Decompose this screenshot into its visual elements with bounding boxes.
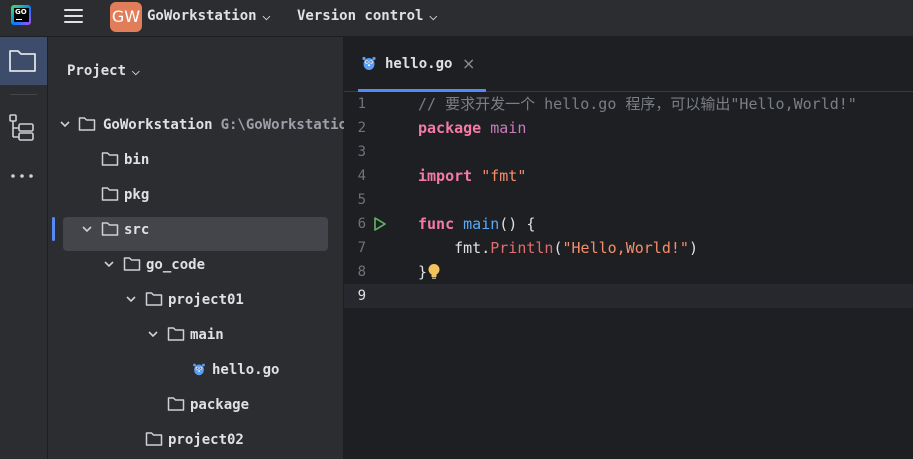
- tree-item-bin[interactable]: bin: [48, 150, 343, 178]
- folder-icon: [167, 397, 185, 411]
- folder-icon: [9, 50, 36, 72]
- line-number: 8: [357, 264, 366, 280]
- goland-logo-icon[interactable]: GO: [11, 5, 31, 25]
- keyword: package: [418, 119, 482, 137]
- string-literal: "Hello,World!": [562, 239, 689, 257]
- project-name: GoWorkstation: [147, 8, 257, 24]
- more-icon: [11, 174, 33, 178]
- code-line: 6 func main() {: [344, 212, 913, 236]
- version-control-label: Version control: [297, 8, 424, 24]
- logo-text: GO: [14, 8, 29, 22]
- tree-item-src[interactable]: src: [48, 217, 343, 251]
- folder-icon: [101, 187, 119, 201]
- folder-icon: [123, 257, 141, 271]
- code-line: 3: [344, 140, 913, 164]
- line-number: 6: [357, 216, 366, 232]
- chevron-down-icon: ⌵: [429, 12, 438, 23]
- folder-icon: [78, 117, 96, 131]
- keyword: func: [418, 215, 455, 233]
- tree-item-project02[interactable]: project02: [48, 430, 343, 458]
- tree-item-path: G:\GoWorkstation: [220, 117, 356, 133]
- code-line: 7 fmt.Println("Hello,World!"): [344, 236, 913, 260]
- tree-item-hello-go[interactable]: hello.go: [48, 360, 343, 388]
- chevron-down-icon: [126, 296, 136, 303]
- title-bar: GO GW GoWorkstation ⌵ Version control ⌵: [0, 0, 913, 37]
- line-number: 9: [357, 288, 366, 304]
- code-punctuation: }: [418, 263, 428, 281]
- structure-icon: [9, 114, 34, 141]
- line-number: 4: [357, 168, 366, 184]
- folder-icon: [101, 222, 119, 236]
- project-tool-button[interactable]: [0, 37, 47, 85]
- structure-tool-button[interactable]: [0, 101, 47, 149]
- chevron-down-icon: [104, 261, 114, 268]
- code-punctuation: () {: [499, 215, 536, 233]
- code-line: 4 import "fmt": [344, 164, 913, 188]
- code-line-current: 9: [344, 284, 913, 308]
- tree-item-label: go_code: [146, 257, 206, 273]
- project-panel: Project ⌵ GoWorkstation G:\GoWorkstation b…: [48, 37, 355, 459]
- tree-item-label: hello.go: [212, 362, 280, 378]
- version-control-menu[interactable]: Version control ⌵: [297, 8, 437, 24]
- tree-item-go-code[interactable]: go_code: [48, 255, 343, 283]
- tree-item-label: package: [190, 397, 250, 413]
- keyword: import: [418, 167, 473, 185]
- editor-tab-bar: hello.go ×: [344, 37, 913, 92]
- chevron-down-icon: [82, 226, 92, 233]
- project-panel-title[interactable]: Project ⌵: [67, 63, 140, 79]
- gopher-file-icon: [362, 56, 376, 70]
- tree-item-label: main: [190, 327, 224, 343]
- function-name: main: [463, 215, 500, 233]
- line-number: 2: [357, 120, 366, 136]
- line-number: 3: [357, 144, 366, 160]
- panel-title-label: Project: [67, 63, 127, 79]
- string-literal: "fmt": [481, 167, 527, 185]
- tree-item-label: bin: [124, 152, 150, 168]
- line-number: 7: [357, 240, 366, 256]
- tree-item-label: project01: [168, 292, 244, 308]
- tree-item-project01[interactable]: project01: [48, 290, 343, 318]
- code-line: 8 }: [344, 260, 913, 284]
- code-line: 5: [344, 188, 913, 212]
- more-tools-button[interactable]: [0, 151, 47, 199]
- tree-item-label: project02: [168, 432, 244, 448]
- chevron-down-icon: [60, 121, 70, 128]
- tab-hello-go[interactable]: hello.go ×: [358, 37, 486, 92]
- tree-item-package[interactable]: package: [48, 395, 343, 423]
- code-comment: // 要求开发一个 hello.go 程序，可以输出"Hello,World!": [418, 95, 857, 113]
- project-badge[interactable]: GW: [110, 2, 142, 32]
- line-number: 1: [357, 96, 366, 112]
- folder-icon: [167, 327, 185, 341]
- tab-label: hello.go: [385, 56, 453, 72]
- lightbulb-icon[interactable]: [427, 263, 441, 281]
- tree-item-main[interactable]: main: [48, 325, 343, 353]
- code-editor[interactable]: 1 // 要求开发一个 hello.go 程序，可以输出"Hello,World…: [344, 92, 913, 459]
- package-ref: fmt: [454, 239, 482, 257]
- strip-divider: [10, 94, 37, 95]
- tree-item-goworkstation[interactable]: GoWorkstation G:\GoWorkstation: [48, 115, 355, 143]
- tree-item-label: pkg: [124, 187, 150, 203]
- folder-icon: [101, 152, 119, 166]
- folder-icon: [145, 292, 163, 306]
- main-menu-icon[interactable]: [64, 7, 84, 25]
- folder-icon: [145, 432, 163, 446]
- code-line: 1 // 要求开发一个 hello.go 程序，可以输出"Hello,World…: [344, 92, 913, 116]
- project-switcher[interactable]: GoWorkstation ⌵: [147, 8, 270, 24]
- tree-item-pkg[interactable]: pkg: [48, 185, 343, 213]
- tree-item-label: GoWorkstation G:\GoWorkstation: [103, 117, 356, 133]
- function-call: Println: [490, 239, 554, 257]
- gopher-file-icon: [193, 363, 205, 376]
- tree-item-label: src: [124, 222, 150, 238]
- close-icon[interactable]: ×: [462, 54, 475, 73]
- chevron-down-icon: ⌵: [262, 12, 271, 23]
- line-number: 5: [357, 192, 366, 208]
- chevron-down-icon: ⌵: [132, 67, 140, 78]
- code-line: 2 package main: [344, 116, 913, 140]
- package-name: main: [481, 119, 527, 137]
- tool-window-strip: [0, 37, 48, 459]
- run-gutter-icon[interactable]: [373, 216, 387, 232]
- chevron-down-icon: [148, 331, 158, 338]
